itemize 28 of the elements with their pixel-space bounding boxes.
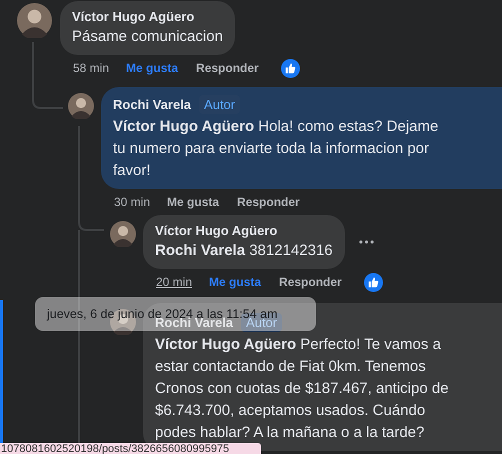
- author-badge: Autor: [199, 95, 240, 114]
- like-reaction-icon[interactable]: [364, 272, 383, 292]
- avatar[interactable]: [68, 93, 94, 119]
- like-link[interactable]: Me gusta: [209, 275, 262, 289]
- timestamp-link[interactable]: 30 min: [114, 195, 150, 209]
- comment-text: Víctor Hugo Agüero Perfecto! Te vamos a estar contactando de Fiat 0km. Tenemos Cronos con cuotas de $187.467, anticipo de $6.743.700, aceptamos usados. Cuándo podes hablar? A la mañana o a la tarde?: [155, 335, 450, 443]
- mention-link[interactable]: Víctor Hugo Agüero: [113, 118, 254, 135]
- author-name[interactable]: Rochi Varela: [113, 97, 192, 112]
- comment-text: Pásame comunicacion: [72, 27, 223, 47]
- like-reaction-icon[interactable]: [280, 58, 300, 78]
- timestamp-link[interactable]: 20 min: [156, 275, 192, 289]
- mention-link[interactable]: Rochi Varela: [155, 242, 246, 259]
- author-name[interactable]: Víctor Hugo Agüero: [72, 9, 194, 24]
- comment-text: Víctor Hugo Agüero Hola! como estas? Dejame tu numero para enviarte toda la informacion por favor!: [113, 117, 440, 181]
- like-link[interactable]: Me gusta: [167, 195, 220, 209]
- timestamp-link[interactable]: 58 min: [73, 61, 110, 75]
- status-url: 1078081602520198/posts/3826656080995975: [0, 443, 261, 454]
- reply-link[interactable]: Responder: [196, 61, 259, 75]
- more-icon[interactable]: [358, 240, 374, 244]
- reply-link[interactable]: Responder: [237, 195, 300, 209]
- mention-link[interactable]: Víctor Hugo Agüero: [155, 336, 296, 353]
- author-name[interactable]: Víctor Hugo Agüero: [155, 223, 278, 238]
- comment-text: Rochi Varela 3812142316: [155, 241, 333, 261]
- avatar[interactable]: [17, 3, 52, 38]
- reply-link[interactable]: Responder: [279, 275, 342, 289]
- like-link[interactable]: Me gusta: [126, 61, 178, 75]
- thread-line: [32, 42, 63, 109]
- avatar[interactable]: [110, 221, 136, 247]
